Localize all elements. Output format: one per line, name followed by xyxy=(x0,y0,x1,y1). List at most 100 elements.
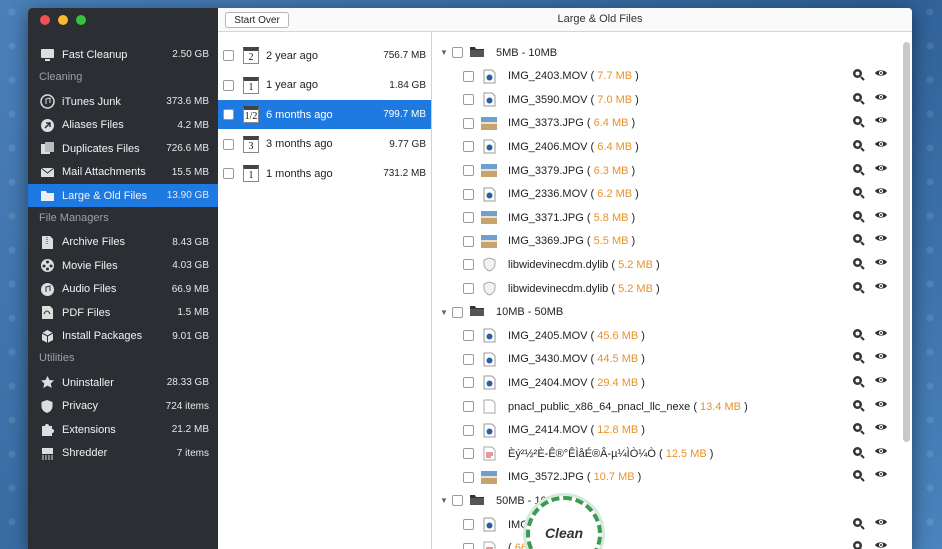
quick-look-eye-icon[interactable] xyxy=(874,517,888,533)
quick-look-eye-icon[interactable] xyxy=(874,469,888,485)
sidebar-item-large-old-files[interactable]: Large & Old Files 13.90 GB xyxy=(28,184,218,207)
file-checkbox[interactable] xyxy=(463,424,474,436)
file-checkbox[interactable] xyxy=(463,519,474,530)
age-row-6-months-ago[interactable]: 1/2 6 months ago 799.7 MB xyxy=(218,100,431,129)
file-checkbox[interactable] xyxy=(463,353,474,365)
quick-look-eye-icon[interactable] xyxy=(874,446,888,462)
file-checkbox[interactable] xyxy=(463,330,474,342)
file-row[interactable]: IMG_3379.JPG ( 6.3 MB ) xyxy=(432,159,902,182)
age-row-1-months-ago[interactable]: 1 1 months ago 731.2 MB xyxy=(218,159,431,188)
reveal-in-finder-icon[interactable] xyxy=(852,139,865,155)
minimize-button[interactable] xyxy=(58,15,68,25)
quick-look-eye-icon[interactable] xyxy=(874,115,888,131)
file-checkbox[interactable] xyxy=(463,235,474,247)
file-checkbox[interactable] xyxy=(463,70,474,82)
sidebar-item-archive-files[interactable]: Archive Files 8.43 GB xyxy=(28,231,218,254)
age-checkbox[interactable] xyxy=(223,138,234,150)
sidebar-item-audio-files[interactable]: Audio Files 66.9 MB xyxy=(28,278,218,301)
sidebar-item-shredder[interactable]: Shredder 7 items xyxy=(28,442,218,465)
reveal-in-finder-icon[interactable] xyxy=(852,399,865,415)
quick-look-eye-icon[interactable] xyxy=(874,163,888,179)
scrollbar-thumb[interactable] xyxy=(903,42,910,442)
group-row-10mb-50mb[interactable]: ▼ 10MB - 50MB xyxy=(432,301,902,324)
reveal-in-finder-icon[interactable] xyxy=(852,68,865,84)
disclosure-triangle-icon[interactable]: ▼ xyxy=(440,48,448,57)
file-row[interactable]: pnacl_public_x86_64_pnacl_llc_nexe ( 13.… xyxy=(432,395,902,418)
zoom-button[interactable] xyxy=(76,15,86,25)
quick-look-eye-icon[interactable] xyxy=(874,233,888,249)
sidebar-item-duplicates-files[interactable]: Duplicates Files 726.6 MB xyxy=(28,137,218,160)
quick-look-eye-icon[interactable] xyxy=(874,351,888,367)
reveal-in-finder-icon[interactable] xyxy=(852,115,865,131)
close-button[interactable] xyxy=(40,15,50,25)
age-checkbox[interactable] xyxy=(223,168,234,179)
age-checkbox[interactable] xyxy=(223,50,234,61)
quick-look-eye-icon[interactable] xyxy=(874,68,888,84)
quick-look-eye-icon[interactable] xyxy=(874,328,888,344)
file-checkbox[interactable] xyxy=(463,542,474,549)
group-checkbox[interactable] xyxy=(452,47,463,58)
file-row[interactable]: IMG_2403.MOV ( 7.7 MB ) xyxy=(432,65,902,88)
quick-look-eye-icon[interactable] xyxy=(874,139,888,155)
file-row[interactable]: IMG_2336.MOV ( 6.2 MB ) xyxy=(432,183,902,206)
reveal-in-finder-icon[interactable] xyxy=(852,281,865,297)
group-row-50mb-100mb[interactable]: ▼ 50MB - 100MB xyxy=(432,489,902,512)
sidebar-item-fast-cleanup[interactable]: Fast Cleanup 2.50 GB xyxy=(28,43,218,66)
file-checkbox[interactable] xyxy=(463,259,474,271)
reveal-in-finder-icon[interactable] xyxy=(852,210,865,226)
quick-look-eye-icon[interactable] xyxy=(874,399,888,415)
file-checkbox[interactable] xyxy=(463,283,474,294)
file-row[interactable]: IMG ( 1 MB ) xyxy=(432,513,902,536)
sidebar-item-privacy[interactable]: Privacy 724 items xyxy=(28,395,218,418)
reveal-in-finder-icon[interactable] xyxy=(852,422,865,438)
sidebar-item-movie-files[interactable]: Movie Files 4.03 GB xyxy=(28,254,218,277)
file-checkbox[interactable] xyxy=(463,117,474,129)
quick-look-eye-icon[interactable] xyxy=(874,186,888,202)
file-row[interactable]: ( 66.3 MB ) xyxy=(432,537,902,549)
quick-look-eye-icon[interactable] xyxy=(874,540,888,549)
sidebar-item-extensions[interactable]: Extensions 21.2 MB xyxy=(28,418,218,441)
file-row[interactable]: IMG_3369.JPG ( 5.5 MB ) xyxy=(432,230,902,253)
sidebar-item-mail-attachments[interactable]: Mail Attachments 15.5 MB xyxy=(28,161,218,184)
sidebar-item-pdf-files[interactable]: PDF Files 1.5 MB xyxy=(28,301,218,324)
disclosure-triangle-icon[interactable]: ▼ xyxy=(440,308,448,317)
file-row[interactable]: IMG_3371.JPG ( 5.8 MB ) xyxy=(432,206,902,229)
age-checkbox[interactable] xyxy=(223,109,234,120)
quick-look-eye-icon[interactable] xyxy=(874,210,888,226)
reveal-in-finder-icon[interactable] xyxy=(852,257,865,273)
reveal-in-finder-icon[interactable] xyxy=(852,351,865,367)
reveal-in-finder-icon[interactable] xyxy=(852,186,865,202)
reveal-in-finder-icon[interactable] xyxy=(852,469,865,485)
reveal-in-finder-icon[interactable] xyxy=(852,233,865,249)
quick-look-eye-icon[interactable] xyxy=(874,257,888,273)
file-checkbox[interactable] xyxy=(463,212,474,224)
age-row-2-year-ago[interactable]: 2 2 year ago 756.7 MB xyxy=(218,41,431,70)
sidebar-item-aliases-files[interactable]: Aliases Files 4.2 MB xyxy=(28,114,218,137)
start-over-button[interactable]: Start Over xyxy=(225,12,289,28)
disclosure-triangle-icon[interactable]: ▼ xyxy=(440,496,448,505)
reveal-in-finder-icon[interactable] xyxy=(852,328,865,344)
file-row[interactable]: IMG_3572.JPG ( 10.7 MB ) xyxy=(432,466,902,489)
file-row[interactable]: IMG_3590.MOV ( 7.0 MB ) xyxy=(432,88,902,111)
reveal-in-finder-icon[interactable] xyxy=(852,163,865,179)
file-checkbox[interactable] xyxy=(463,188,474,200)
age-checkbox[interactable] xyxy=(223,79,234,91)
quick-look-eye-icon[interactable] xyxy=(874,422,888,438)
file-checkbox[interactable] xyxy=(463,471,474,483)
group-checkbox[interactable] xyxy=(452,495,463,507)
file-row[interactable]: libwidevinecdm.dylib ( 5.2 MB ) xyxy=(432,277,902,300)
age-row-3-months-ago[interactable]: 3 3 months ago 9.77 GB xyxy=(218,130,431,159)
file-checkbox[interactable] xyxy=(463,377,474,389)
file-checkbox[interactable] xyxy=(463,448,474,460)
file-row[interactable]: IMG_2414.MOV ( 12.8 MB ) xyxy=(432,419,902,442)
quick-look-eye-icon[interactable] xyxy=(874,375,888,391)
reveal-in-finder-icon[interactable] xyxy=(852,446,865,462)
file-checkbox[interactable] xyxy=(463,141,474,153)
file-row[interactable]: IMG_2405.MOV ( 45.6 MB ) xyxy=(432,324,902,347)
reveal-in-finder-icon[interactable] xyxy=(852,517,865,533)
file-checkbox[interactable] xyxy=(463,94,474,106)
file-row[interactable]: IMG_3373.JPG ( 6.4 MB ) xyxy=(432,112,902,135)
file-row[interactable]: IMG_3430.MOV ( 44.5 MB ) xyxy=(432,348,902,371)
file-row[interactable]: libwidevinecdm.dylib ( 5.2 MB ) xyxy=(432,253,902,276)
reveal-in-finder-icon[interactable] xyxy=(852,92,865,108)
